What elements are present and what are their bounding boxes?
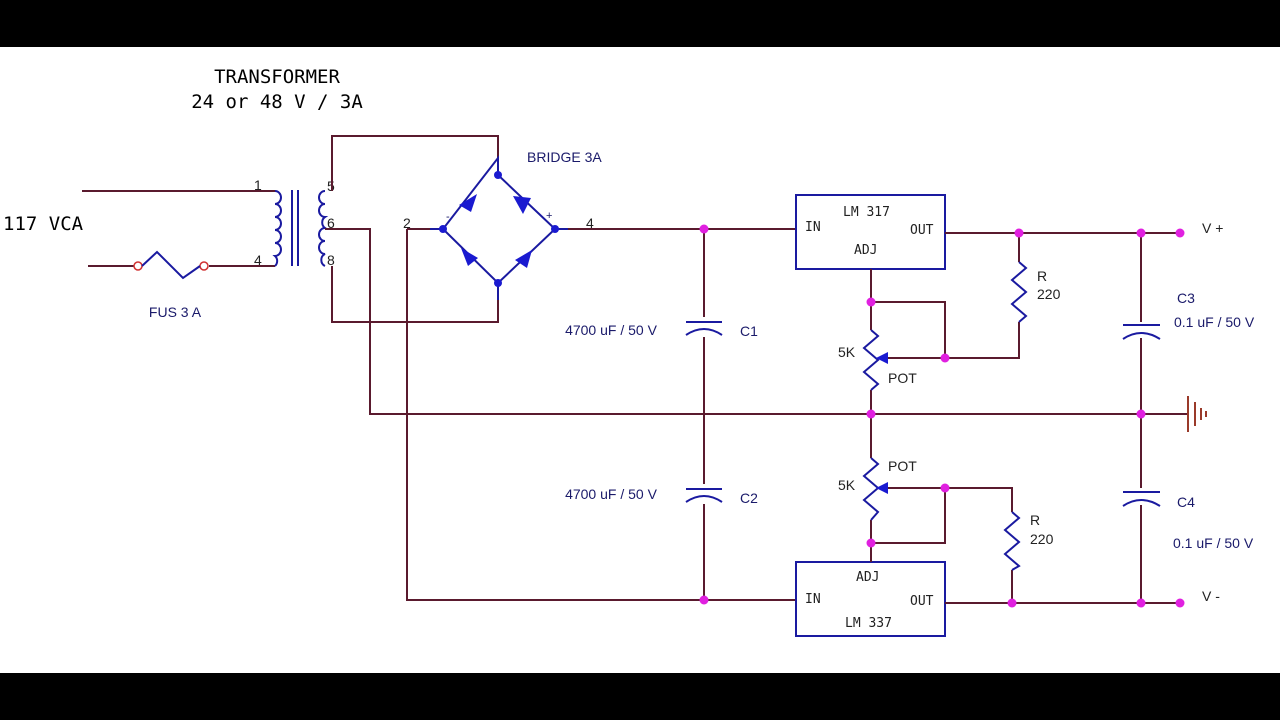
- r-bottom-value: 220: [1030, 531, 1054, 547]
- c1-value: 4700 uF / 50 V: [565, 322, 658, 338]
- r-bottom-label: R: [1030, 512, 1040, 528]
- bridge-label: BRIDGE 3A: [527, 149, 602, 165]
- schematic-canvas: TRANSFORMER 24 or 48 V / 3A 117 VCA FUS …: [0, 47, 1280, 673]
- r-top-value: 220: [1037, 286, 1061, 302]
- c3-value: 0.1 uF / 50 V: [1174, 314, 1255, 330]
- secondary-wires: [325, 135, 1188, 601]
- bridge-minus: -: [446, 211, 450, 223]
- schematic-diagram: TRANSFORMER 24 or 48 V / 3A 117 VCA FUS …: [3, 66, 1255, 637]
- input-voltage-label: 117 VCA: [3, 213, 84, 235]
- lm317-out: OUT: [910, 223, 934, 238]
- ground-icon: [1187, 396, 1207, 432]
- lm337-in: IN: [805, 592, 821, 607]
- c1-name: C1: [740, 323, 758, 339]
- pin-1-label: 1: [254, 177, 262, 193]
- pot-bottom-label: POT: [888, 458, 917, 474]
- capacitor-c4: [1122, 491, 1161, 507]
- pot-bottom: [862, 457, 888, 521]
- transformer: [272, 190, 329, 267]
- lm337-adj: ADJ: [856, 570, 879, 585]
- pot-top: [862, 329, 888, 391]
- pot-bottom-value: 5K: [838, 477, 856, 493]
- c3-name: C3: [1177, 290, 1195, 306]
- vneg-label: V -: [1202, 588, 1220, 604]
- capacitor-c3: [1122, 324, 1161, 340]
- c2-name: C2: [740, 490, 758, 506]
- lm317-in: IN: [805, 220, 821, 235]
- bridge-plus: +: [546, 210, 552, 222]
- capacitor-c1: [685, 317, 723, 337]
- input-wires: [82, 190, 275, 267]
- positive-wires: [870, 232, 1180, 604]
- c4-name: C4: [1177, 494, 1195, 510]
- lm337-out: OUT: [910, 594, 934, 609]
- vpos-label: V +: [1202, 220, 1223, 236]
- pin-8-label: 8: [327, 252, 335, 268]
- fuse: [133, 250, 209, 280]
- c4-value: 0.1 uF / 50 V: [1173, 535, 1254, 551]
- resistor-r-bottom: [1003, 511, 1021, 571]
- pot-top-label: POT: [888, 370, 917, 386]
- transformer-title: TRANSFORMER: [214, 66, 340, 88]
- c2-value: 4700 uF / 50 V: [565, 486, 658, 502]
- resistor-r-top: [1010, 261, 1028, 323]
- lm317-name: LM 317: [843, 205, 890, 220]
- fuse-label: FUS 3 A: [149, 304, 202, 320]
- bridge-pin-2: 2: [403, 215, 411, 231]
- lm317-adj: ADJ: [854, 243, 877, 258]
- capacitor-c2: [685, 484, 723, 504]
- transformer-rating: 24 or 48 V / 3A: [191, 91, 363, 113]
- bridge-rectifier: [430, 155, 568, 300]
- junction-nodes: [699, 224, 1185, 608]
- r-top-label: R: [1037, 268, 1047, 284]
- bridge-pin-4: 4: [586, 215, 594, 231]
- pin-4-label: 4: [254, 252, 262, 268]
- lm337-name: LM 337: [845, 616, 892, 631]
- pot-top-value: 5K: [838, 344, 856, 360]
